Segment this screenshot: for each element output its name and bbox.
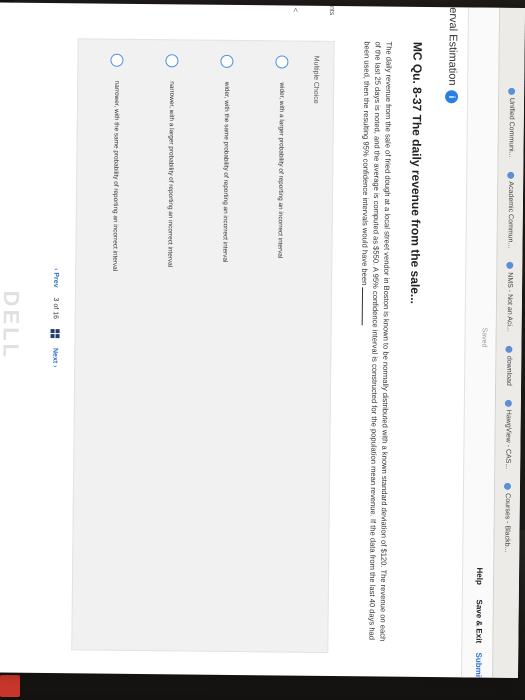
bookmark-unified-communications[interactable]: Unified Communi... (507, 87, 516, 157)
bookmark-icon (503, 483, 512, 491)
saved-status: Saved (480, 327, 488, 348)
radio-button[interactable] (110, 53, 124, 67)
grid-icon[interactable] (50, 328, 60, 339)
option-2[interactable]: wider, with the same probability of repo… (211, 54, 239, 615)
page-indicator: 3 of 16 (51, 297, 59, 320)
laptop-sticker (0, 675, 20, 697)
submit-button[interactable]: Submit (474, 653, 483, 678)
radio-button[interactable] (165, 54, 179, 68)
bookmark-icon (505, 345, 513, 353)
prev-button[interactable]: ‹ Prev (52, 268, 59, 288)
side-panel-label: nts (327, 5, 336, 16)
next-button[interactable]: Next › (51, 348, 58, 368)
bookmark-icon (508, 87, 516, 95)
option-text: narrower, with the same probability of r… (111, 80, 121, 272)
question-body: The daily revenue from the sale of fried… (360, 41, 394, 642)
multiple-choice-panel: Multiple Choice wider, with a larger pro… (71, 38, 335, 653)
option-text: wider, with the same probability of repo… (221, 81, 231, 263)
radio-button[interactable] (275, 55, 289, 69)
collapse-icon[interactable]: < (291, 8, 300, 13)
bookmark-download[interactable]: download (505, 345, 513, 386)
screen: Unified Communi... Academic Commun... NM… (0, 2, 525, 678)
question-title: MC Qu. 8-37 The daily revenue from the s… (407, 41, 425, 305)
dell-logo: DELL (0, 290, 25, 361)
info-icon[interactable]: i (445, 90, 459, 104)
bookmark-nms[interactable]: NMS - Not an Aci... (506, 262, 514, 332)
option-1[interactable]: wider, with a larger probability of repo… (266, 55, 294, 615)
help-button[interactable]: Help (475, 568, 484, 585)
bookmark-hawgview[interactable]: HawgView - CAS... (504, 399, 512, 469)
bookmark-icon (506, 262, 514, 270)
option-3[interactable]: narrower, with a larger probability of r… (156, 54, 184, 614)
radio-button[interactable] (220, 54, 234, 68)
bookmark-icon (507, 171, 515, 179)
option-text: narrower, with a larger probability of r… (166, 81, 176, 268)
bookmark-academic-communications[interactable]: Academic Commun... (506, 171, 515, 248)
answer-blank (361, 287, 364, 326)
multiple-choice-label: Multiple Choice (311, 55, 320, 104)
option-4[interactable]: narrower, with the same probability of r… (101, 53, 129, 614)
assignment-title: erval Estimation i (440, 7, 465, 104)
bookmark-courses-blackboard[interactable]: Courses - Blackb... (503, 483, 512, 552)
option-text: wider, with a larger probability of repo… (276, 82, 286, 259)
save-exit-button[interactable]: Save & Exit (474, 600, 483, 644)
question-pager: ‹ Prev 3 of 16 Next › (50, 268, 60, 368)
bookmark-icon (504, 399, 512, 407)
